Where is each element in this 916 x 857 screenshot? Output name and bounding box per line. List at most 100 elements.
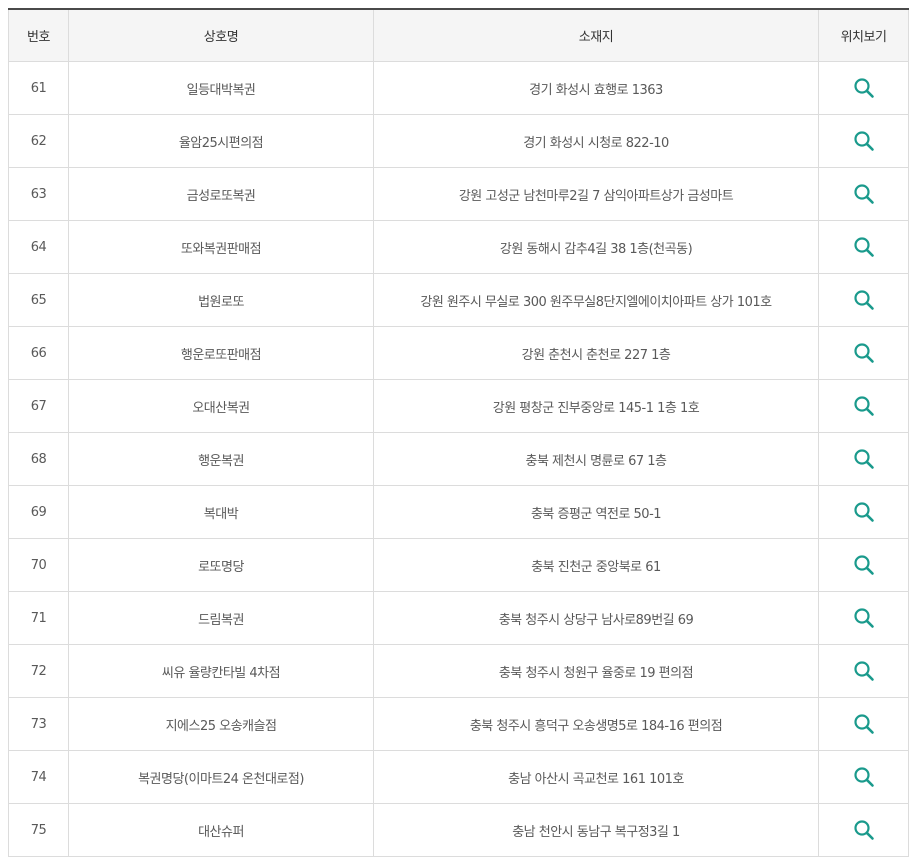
store-name: 오대산복권 — [68, 379, 374, 433]
store-address: 강원 동해시 감추4길 38 1층(천곡동) — [373, 220, 819, 274]
view-location-button[interactable] — [852, 235, 876, 259]
search-icon — [853, 714, 874, 734]
view-location-button[interactable] — [852, 712, 876, 736]
search-icon — [853, 343, 874, 363]
view-location-button[interactable] — [852, 76, 876, 100]
location-cell — [818, 273, 909, 327]
store-number: 70 — [8, 538, 69, 592]
table-body: 61 일등대박복권 경기 화성시 효행로 1363 62 율암25시편의점 경기… — [8, 61, 909, 857]
location-cell — [818, 379, 909, 433]
store-address: 강원 고성군 남천마루2길 7 삼익아파트상가 금성마트 — [373, 167, 819, 221]
store-number: 71 — [8, 591, 69, 645]
store-name: 대산슈퍼 — [68, 803, 374, 857]
header-number: 번호 — [8, 9, 69, 62]
store-name: 행운복권 — [68, 432, 374, 486]
header-store-name: 상호명 — [68, 9, 374, 62]
store-name: 율암25시편의점 — [68, 114, 374, 168]
header-location: 위치보기 — [818, 9, 909, 62]
table-row: 72 씨유 율량칸타빌 4차점 충북 청주시 청원구 율중로 19 편의점 — [8, 644, 909, 698]
location-cell — [818, 803, 909, 857]
location-cell — [818, 538, 909, 592]
view-location-button[interactable] — [852, 553, 876, 577]
table-row: 70 로또명당 충북 진천군 중앙북로 61 — [8, 538, 909, 592]
store-name: 금성로또복권 — [68, 167, 374, 221]
search-icon — [853, 449, 874, 469]
table-row: 64 또와복권판매점 강원 동해시 감추4길 38 1층(천곡동) — [8, 220, 909, 274]
store-number: 65 — [8, 273, 69, 327]
store-name: 로또명당 — [68, 538, 374, 592]
store-name: 일등대박복권 — [68, 61, 374, 115]
view-location-button[interactable] — [852, 341, 876, 365]
store-name: 씨유 율량칸타빌 4차점 — [68, 644, 374, 698]
table-row: 62 율암25시편의점 경기 화성시 시청로 822-10 — [8, 114, 909, 168]
location-cell — [818, 697, 909, 751]
view-location-button[interactable] — [852, 447, 876, 471]
view-location-button[interactable] — [852, 765, 876, 789]
table-row: 63 금성로또복권 강원 고성군 남천마루2길 7 삼익아파트상가 금성마트 — [8, 167, 909, 221]
store-name: 또와복권판매점 — [68, 220, 374, 274]
table-row: 68 행운복권 충북 제천시 명륜로 67 1층 — [8, 432, 909, 486]
store-number: 74 — [8, 750, 69, 804]
table-row: 65 법원로또 강원 원주시 무실로 300 원주무실8단지엘에이치아파트 상가… — [8, 273, 909, 327]
store-address: 충북 청주시 흥덕구 오송생명5로 184-16 편의점 — [373, 697, 819, 751]
search-icon — [853, 502, 874, 522]
store-name: 법원로또 — [68, 273, 374, 327]
store-number: 62 — [8, 114, 69, 168]
header-address: 소재지 — [373, 9, 819, 62]
store-name: 복권명당(이마트24 온천대로점) — [68, 750, 374, 804]
store-table: 번호 상호명 소재지 위치보기 61 일등대박복권 경기 화성시 효행로 136… — [8, 8, 909, 857]
location-cell — [818, 432, 909, 486]
location-cell — [818, 167, 909, 221]
search-icon — [853, 661, 874, 681]
location-cell — [818, 485, 909, 539]
table-row: 67 오대산복권 강원 평창군 진부중앙로 145-1 1층 1호 — [8, 379, 909, 433]
view-location-button[interactable] — [852, 606, 876, 630]
search-icon — [853, 767, 874, 787]
search-icon — [853, 555, 874, 575]
store-name: 드림복권 — [68, 591, 374, 645]
store-address: 경기 화성시 시청로 822-10 — [373, 114, 819, 168]
table-row: 73 지에스25 오송캐슬점 충북 청주시 흥덕구 오송생명5로 184-16 … — [8, 697, 909, 751]
location-cell — [818, 591, 909, 645]
view-location-button[interactable] — [852, 394, 876, 418]
table-row: 74 복권명당(이마트24 온천대로점) 충남 아산시 곡교천로 161 101… — [8, 750, 909, 804]
search-icon — [853, 131, 874, 151]
store-address: 충북 증평군 역전로 50-1 — [373, 485, 819, 539]
view-location-button[interactable] — [852, 500, 876, 524]
store-name: 지에스25 오송캐슬점 — [68, 697, 374, 751]
location-cell — [818, 220, 909, 274]
store-number: 64 — [8, 220, 69, 274]
view-location-button[interactable] — [852, 818, 876, 842]
store-address: 충남 천안시 동남구 복구정3길 1 — [373, 803, 819, 857]
location-cell — [818, 61, 909, 115]
table-row: 61 일등대박복권 경기 화성시 효행로 1363 — [8, 61, 909, 115]
table-row: 69 복대박 충북 증평군 역전로 50-1 — [8, 485, 909, 539]
table-header: 번호 상호명 소재지 위치보기 — [8, 9, 909, 62]
view-location-button[interactable] — [852, 129, 876, 153]
view-location-button[interactable] — [852, 182, 876, 206]
view-location-button[interactable] — [852, 288, 876, 312]
location-cell — [818, 326, 909, 380]
store-address: 경기 화성시 효행로 1363 — [373, 61, 819, 115]
search-icon — [853, 290, 874, 310]
store-number: 61 — [8, 61, 69, 115]
location-cell — [818, 114, 909, 168]
search-icon — [853, 184, 874, 204]
search-icon — [853, 237, 874, 257]
store-address: 충남 아산시 곡교천로 161 101호 — [373, 750, 819, 804]
store-name: 행운로또판매점 — [68, 326, 374, 380]
store-number: 73 — [8, 697, 69, 751]
store-address: 충북 청주시 청원구 율중로 19 편의점 — [373, 644, 819, 698]
store-address: 충북 청주시 상당구 남사로89번길 69 — [373, 591, 819, 645]
store-number: 63 — [8, 167, 69, 221]
location-cell — [818, 750, 909, 804]
search-icon — [853, 396, 874, 416]
store-address: 강원 원주시 무실로 300 원주무실8단지엘에이치아파트 상가 101호 — [373, 273, 819, 327]
store-number: 69 — [8, 485, 69, 539]
store-name: 복대박 — [68, 485, 374, 539]
store-number: 67 — [8, 379, 69, 433]
search-icon — [853, 78, 874, 98]
store-number: 68 — [8, 432, 69, 486]
store-number: 75 — [8, 803, 69, 857]
view-location-button[interactable] — [852, 659, 876, 683]
